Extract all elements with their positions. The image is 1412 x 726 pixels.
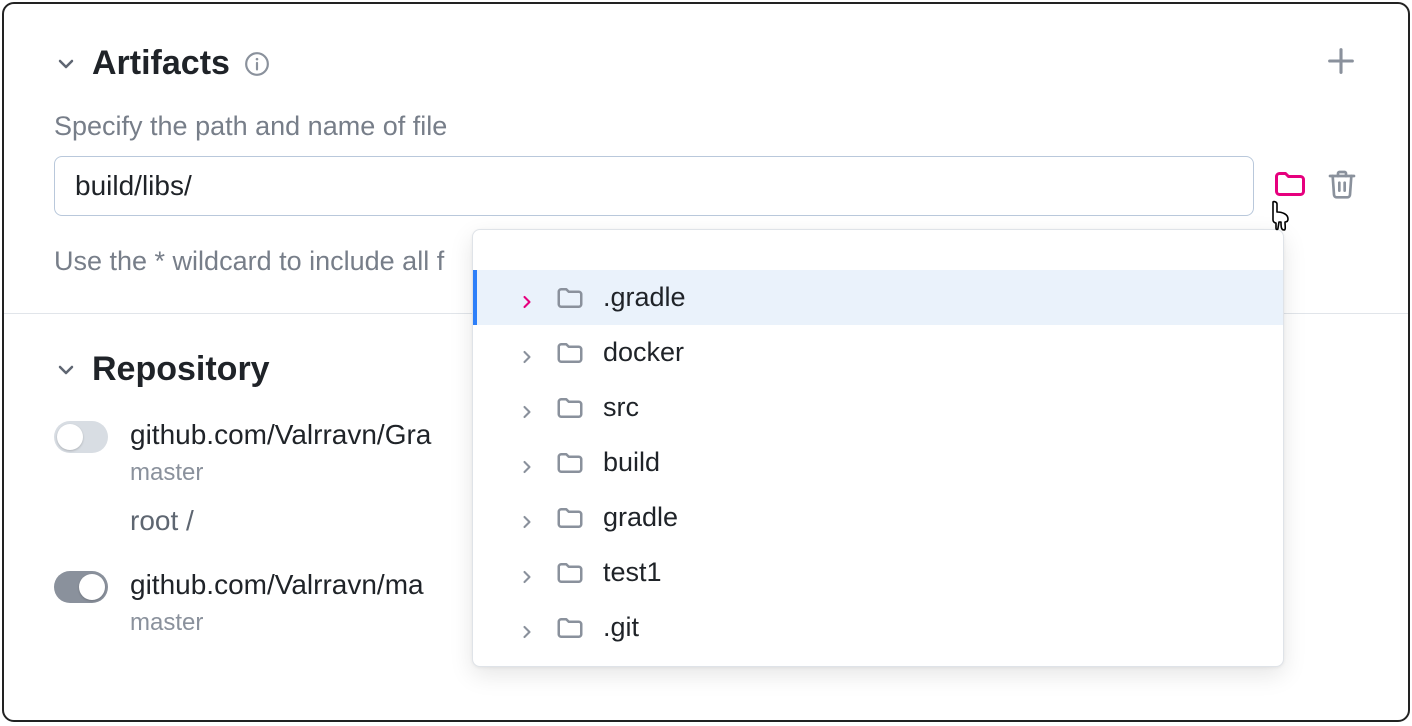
- path-input[interactable]: [54, 156, 1254, 216]
- info-icon[interactable]: [244, 51, 270, 77]
- tree-item[interactable]: src: [473, 380, 1283, 435]
- section-title-repository: Repository: [92, 350, 270, 389]
- folder-tree-popover: .gradle docker src build gradle test1 .git: [472, 229, 1284, 667]
- delete-artifact-button[interactable]: [1326, 168, 1358, 205]
- chevron-right-icon: [517, 288, 537, 308]
- repository-toggle[interactable]: [54, 421, 108, 453]
- chevron-down-icon[interactable]: [54, 52, 78, 76]
- tree-item-label: src: [603, 392, 639, 423]
- tree-item[interactable]: .gradle: [473, 270, 1283, 325]
- chevron-right-icon: [517, 398, 537, 418]
- tree-item[interactable]: gradle: [473, 490, 1283, 545]
- chevron-down-icon[interactable]: [54, 358, 78, 382]
- chevron-right-icon: [517, 563, 537, 583]
- folder-icon: [555, 503, 585, 533]
- repository-root: root /: [130, 505, 431, 537]
- repository-url: github.com/Valrravn/Gra: [130, 419, 431, 451]
- folder-icon: [555, 338, 585, 368]
- tree-item-label: build: [603, 447, 660, 478]
- folder-icon: [555, 558, 585, 588]
- tree-item[interactable]: docker: [473, 325, 1283, 380]
- repository-toggle[interactable]: [54, 571, 108, 603]
- folder-icon: [555, 283, 585, 313]
- tree-item[interactable]: test1: [473, 545, 1283, 600]
- tree-item-label: .gradle: [603, 282, 686, 313]
- folder-icon: [555, 613, 585, 643]
- path-field-label: Specify the path and name of file: [54, 111, 1358, 142]
- artifacts-header: Artifacts: [54, 44, 1358, 83]
- folder-icon: [555, 393, 585, 423]
- chevron-right-icon: [517, 618, 537, 638]
- chevron-right-icon: [517, 508, 537, 528]
- repository-url: github.com/Valrravn/ma: [130, 569, 424, 601]
- add-artifact-button[interactable]: [1324, 44, 1358, 83]
- browse-folder-button[interactable]: [1272, 166, 1308, 207]
- tree-item[interactable]: build: [473, 435, 1283, 490]
- repository-branch: master: [130, 609, 424, 637]
- tree-item[interactable]: .git: [473, 600, 1283, 655]
- tree-item-label: .git: [603, 612, 639, 643]
- tree-item-label: docker: [603, 337, 684, 368]
- chevron-right-icon: [517, 343, 537, 363]
- repository-branch: master: [130, 459, 431, 487]
- tree-item-label: gradle: [603, 502, 678, 533]
- chevron-right-icon: [517, 453, 537, 473]
- section-title-artifacts: Artifacts: [92, 44, 230, 83]
- folder-icon: [555, 448, 585, 478]
- tree-item-label: test1: [603, 557, 662, 588]
